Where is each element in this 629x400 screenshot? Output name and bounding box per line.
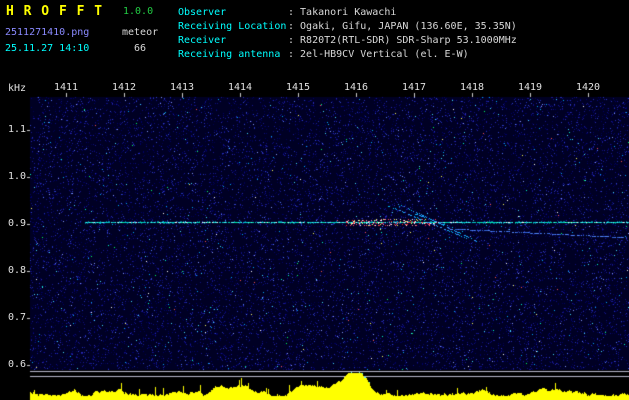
spectrogram-canvas — [0, 80, 629, 400]
info-value: 2el-HB9CV Vertical (el. E-W) — [300, 49, 469, 60]
app-title: H R O F F T — [6, 4, 104, 19]
x-tick-label: 1419 — [517, 82, 543, 93]
y-tick-label: 0.6 — [7, 359, 26, 370]
info-key: Receiving antenna — [178, 49, 281, 60]
y-tick-label: 0.8 — [7, 265, 26, 276]
info-value: R820T2(RTL-SDR) SDR-Sharp 53.1000MHz — [300, 35, 517, 46]
x-tick-label: 1411 — [53, 82, 79, 93]
y-unit-label: kHz — [7, 83, 26, 94]
x-tick-label: 1416 — [343, 82, 369, 93]
info-value: Takanori Kawachi — [300, 7, 397, 18]
info-row-receiver: Receiver: R820T2(RTL-SDR) SDR-Sharp 53.10… — [178, 35, 517, 49]
filename-label: 2511271410.png — [5, 27, 90, 38]
x-tick-label: 1412 — [111, 82, 137, 93]
timestamp-label: 25.11.27 14:10 — [5, 43, 90, 54]
x-tick-label: 1417 — [401, 82, 427, 93]
info-row-observer: Observer: Takanori Kawachi — [178, 7, 517, 21]
app-version: 1.0.0 — [123, 6, 154, 17]
info-colon: : — [288, 21, 295, 32]
y-tick-label: 0.9 — [7, 218, 26, 229]
x-tick-label: 1418 — [459, 82, 485, 93]
info-key: Observer — [178, 7, 227, 18]
y-tick-label: 0.7 — [7, 312, 26, 323]
x-tick-label: 1413 — [169, 82, 195, 93]
info-row-antenna: Receiving antenna:2el-HB9CV Vertical (el… — [178, 49, 517, 63]
x-tick-label: 1420 — [575, 82, 601, 93]
info-key: Receiver — [178, 35, 227, 46]
x-tick-label: 1415 — [285, 82, 311, 93]
info-value: Ogaki, Gifu, JAPAN (136.60E, 35.35N) — [300, 21, 517, 32]
meteor-count: 66 — [134, 43, 147, 54]
y-tick-label: 1.0 — [7, 171, 26, 182]
mode-label: meteor — [122, 27, 159, 38]
info-colon: : — [288, 49, 295, 60]
x-tick-label: 1414 — [227, 82, 253, 93]
info-colon: : — [288, 35, 295, 46]
info-colon: : — [288, 7, 295, 18]
hrofft-window: H R O F F T 1.0.0 2511271410.png meteor … — [0, 0, 629, 400]
info-row-location: Receiving Location: Ogaki, Gifu, JAPAN (1… — [178, 21, 517, 35]
info-key: Receiving Location — [178, 21, 287, 32]
station-info: Observer: Takanori Kawachi Receiving Loca… — [178, 7, 517, 63]
y-tick-label: 1.1 — [7, 124, 26, 135]
